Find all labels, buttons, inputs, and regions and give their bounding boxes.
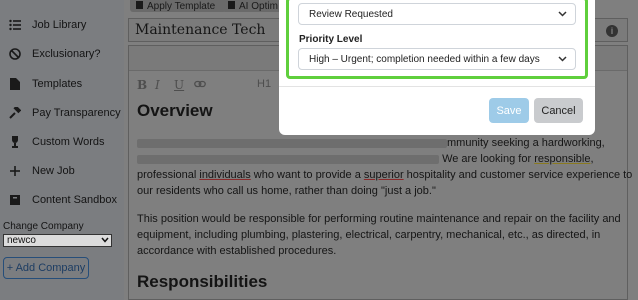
- list-icon: [8, 18, 22, 32]
- sidebar: Job Library Exclusionary? Templates Pay …: [0, 0, 124, 300]
- trophy-icon: [8, 135, 22, 149]
- link-icon[interactable]: [194, 78, 206, 92]
- status-select[interactable]: Review Requested: [298, 3, 576, 25]
- status-select-value: Review Requested: [309, 8, 393, 20]
- save-button[interactable]: Save: [489, 98, 529, 123]
- chevron-down-icon: [558, 9, 567, 20]
- line-text: professional: [137, 169, 200, 181]
- plus-icon: [8, 164, 22, 178]
- apply-template-label: Apply Template: [147, 0, 216, 12]
- sidebar-item-pay-transparency[interactable]: Pay Transparency: [0, 102, 124, 124]
- priority-select-value: High – Urgent; completion needed within …: [309, 53, 540, 65]
- paragraph-line: This position would be responsible for p…: [137, 213, 621, 225]
- box-icon: [8, 193, 22, 207]
- sidebar-item-templates[interactable]: Templates: [0, 73, 124, 95]
- sidebar-item-label: Exclusionary?: [32, 48, 101, 60]
- sidebar-item-custom-words[interactable]: Custom Words: [0, 131, 124, 153]
- ban-icon: [8, 47, 22, 61]
- overview-line-2: We are looking for responsible,: [137, 153, 594, 165]
- bold-button[interactable]: B: [137, 78, 147, 92]
- apply-template-button[interactable]: Apply Template: [130, 0, 226, 12]
- italic-button[interactable]: I: [155, 78, 160, 92]
- sidebar-item-label: Pay Transparency: [32, 107, 121, 119]
- hammer-icon: [8, 106, 22, 120]
- redacted-text: [137, 138, 447, 148]
- sidebar-item-content-sandbox[interactable]: Content Sandbox: [0, 189, 124, 211]
- info-icon[interactable]: i: [606, 25, 618, 37]
- line-text: mmunity seeking a hardworking,: [447, 137, 605, 149]
- sidebar-item-label: Templates: [32, 78, 83, 90]
- cancel-button[interactable]: Cancel: [534, 98, 583, 123]
- line-text: hospitality and customer service experie…: [403, 169, 633, 181]
- chevron-down-icon: [101, 235, 109, 246]
- flagged-word[interactable]: individuals: [199, 169, 250, 181]
- sidebar-item-label: Content Sandbox: [32, 194, 118, 206]
- sidebar-item-exclusionary[interactable]: Exclusionary?: [0, 43, 124, 65]
- sidebar-item-label: Custom Words: [32, 136, 105, 148]
- ai-optimize-button[interactable]: AI Optim: [222, 0, 284, 12]
- priority-level-label: Priority Level: [299, 34, 363, 45]
- paragraph-line: equipment, including plumbing, plasterin…: [137, 229, 601, 241]
- file-icon: [8, 77, 22, 91]
- ai-optimize-label: AI Optim: [239, 0, 278, 12]
- overview-line-3: professional individuals who want to pro…: [137, 169, 632, 181]
- company-select[interactable]: newco: [3, 234, 112, 247]
- paragraph-line: accordance with established procedures.: [137, 245, 337, 257]
- heading-overview: Overview: [137, 101, 213, 120]
- chevron-down-icon: [558, 54, 567, 65]
- heading-responsibilities: Responsibilities: [137, 272, 268, 291]
- change-company-label: Change Company: [3, 221, 84, 232]
- document-icon: [228, 0, 235, 12]
- priority-select[interactable]: High – Urgent; completion needed within …: [298, 48, 576, 70]
- sidebar-item-job-library[interactable]: Job Library: [0, 14, 124, 36]
- redacted-text: [137, 154, 439, 164]
- underline-button[interactable]: U: [174, 78, 184, 92]
- add-company-button[interactable]: + Add Company: [3, 257, 89, 279]
- flagged-word[interactable]: superior: [364, 169, 404, 181]
- line-text: who want to provide a: [250, 169, 364, 181]
- flagged-word[interactable]: responsible: [534, 153, 590, 165]
- sidebar-item-label: New Job: [32, 165, 75, 177]
- modal-divider: [279, 86, 595, 87]
- overview-line-4: our residents who call us home, rather t…: [137, 185, 436, 197]
- modal-dialog: Review Requested Priority Level High – U…: [279, 0, 595, 135]
- company-select-value: newco: [7, 235, 36, 246]
- document-icon: [136, 0, 143, 12]
- line-text: We are looking for: [442, 153, 535, 165]
- line-text: ,: [590, 153, 594, 165]
- overview-line-1: mmunity seeking a hardworking,: [137, 137, 605, 149]
- sidebar-item-label: Job Library: [32, 19, 87, 31]
- sidebar-item-new-job[interactable]: New Job: [0, 160, 124, 182]
- heading-1-button[interactable]: H1: [257, 78, 271, 90]
